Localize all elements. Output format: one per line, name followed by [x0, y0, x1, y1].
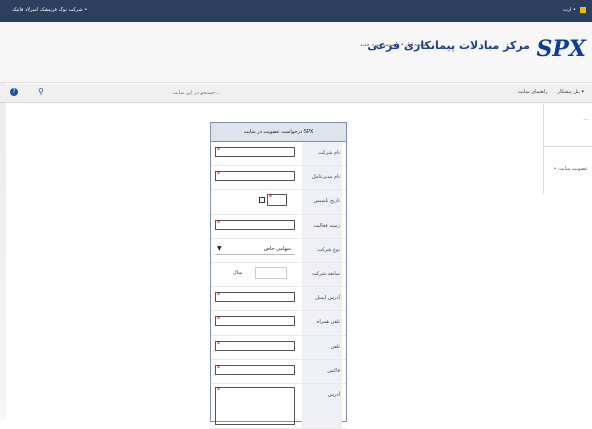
field-label: زمینه فعالیت [302, 214, 342, 238]
navigation-bar: ? ⚲ راهنمای سایت پنل پیشکار ▾ [0, 84, 592, 103]
site-logo: SPX [536, 36, 587, 62]
search-icon[interactable]: ⚲ [38, 87, 44, 96]
company-type-select[interactable]: ▼ سهامی خاص [215, 244, 295, 255]
required-marker: * [269, 194, 272, 202]
activity-field[interactable]: * [215, 219, 295, 230]
side-panel: ... • عضویت سایت [543, 104, 592, 194]
calendar-icon[interactable] [259, 197, 265, 204]
nav-menu: راهنمای سایت پنل پیشکار ▾ [518, 89, 584, 95]
address-textarea[interactable]: * [215, 386, 295, 425]
field-label: آدرس ایمیل [302, 287, 342, 311]
nav-item-panel[interactable]: پنل پیشکار ▾ [558, 89, 584, 95]
form-row-history: سابقه شرکت سال [211, 262, 346, 288]
side-link-membership[interactable]: • عضویت سایت [554, 166, 588, 172]
required-marker: * [217, 292, 220, 300]
form-row-company-type: نوع شرکت ▼ سهامی خاص [211, 238, 346, 263]
required-marker: * [217, 219, 220, 227]
nav-icons: ? ⚲ [10, 87, 44, 96]
years-unit: سال [233, 269, 243, 276]
form-row-address: آدرس * [211, 383, 346, 429]
phone-field[interactable]: * [215, 340, 295, 351]
search-input[interactable] [80, 87, 220, 98]
field-label: تلفن [302, 335, 342, 359]
field-label: نام مدیرعامل [302, 166, 342, 190]
topbar-right: ارت • [563, 7, 586, 13]
required-marker: * [217, 386, 220, 394]
required-marker: * [217, 340, 220, 348]
field-label: سابقه شرکت [302, 262, 342, 287]
sharepoint-icon [580, 7, 586, 13]
form-row-ceo-name: نام مدیرعامل * [211, 166, 346, 191]
form-title: درخواست عضویت در سایت SPX [211, 123, 346, 142]
chevron-down-icon: ▼ [217, 244, 222, 252]
breadcrumb[interactable]: صفحه اول • عضویت مورد جدید [360, 42, 427, 48]
form-row-activity: زمینه فعالیت * [211, 214, 346, 239]
form-row-mobile: تلفن همراه * [211, 311, 346, 336]
field-label: نوع شرکت [302, 238, 342, 262]
form-row-fax: فاکس * [211, 359, 346, 384]
field-label: تاریخ تاسیس [302, 190, 342, 214]
fax-field[interactable]: * [215, 364, 295, 375]
required-marker: * [217, 171, 220, 179]
field-label: تلفن همراه [302, 311, 342, 335]
nav-item-help[interactable]: راهنمای سایت [518, 89, 548, 95]
site-header: SPX مرکز مبادلات پیمانکاری فرعی صفحه اول… [0, 22, 592, 83]
field-label: فاکس [302, 359, 342, 383]
field-label: آدرس [302, 383, 342, 428]
membership-form: درخواست عضویت در سایت SPX نام شرکت * نام… [210, 122, 347, 429]
top-bar: شرکت توک فرنیشک امیرلاد فانیک • ارت • [0, 0, 592, 22]
topbar-site-link[interactable]: شرکت توک فرنیشک امیرلاد فانیک • [12, 7, 87, 13]
form-row-phone: تلفن * [211, 335, 346, 360]
form-row-company-name: نام شرکت * [211, 142, 346, 167]
company-name-field[interactable]: * [215, 147, 295, 157]
help-icon[interactable]: ? [10, 87, 18, 96]
form-row-email: آدرس ایمیل * [211, 287, 346, 312]
field-label: نام شرکت [302, 142, 342, 166]
form-row-founding-date: تاریخ تاسیس * [211, 190, 346, 215]
history-years-field[interactable] [255, 266, 287, 279]
required-marker: * [217, 316, 220, 324]
company-type-value: سهامی خاص [263, 245, 291, 252]
topbar-right-link[interactable]: ارت • [563, 7, 576, 13]
required-marker: * [217, 364, 220, 372]
mobile-field[interactable]: * [215, 316, 295, 327]
ceo-name-field[interactable]: * [215, 171, 295, 182]
required-marker: * [217, 147, 220, 154]
side-link[interactable]: ... [583, 116, 588, 122]
founding-date-field[interactable]: * [267, 194, 287, 207]
email-field[interactable]: * [215, 292, 295, 303]
side-divider [544, 146, 592, 147]
